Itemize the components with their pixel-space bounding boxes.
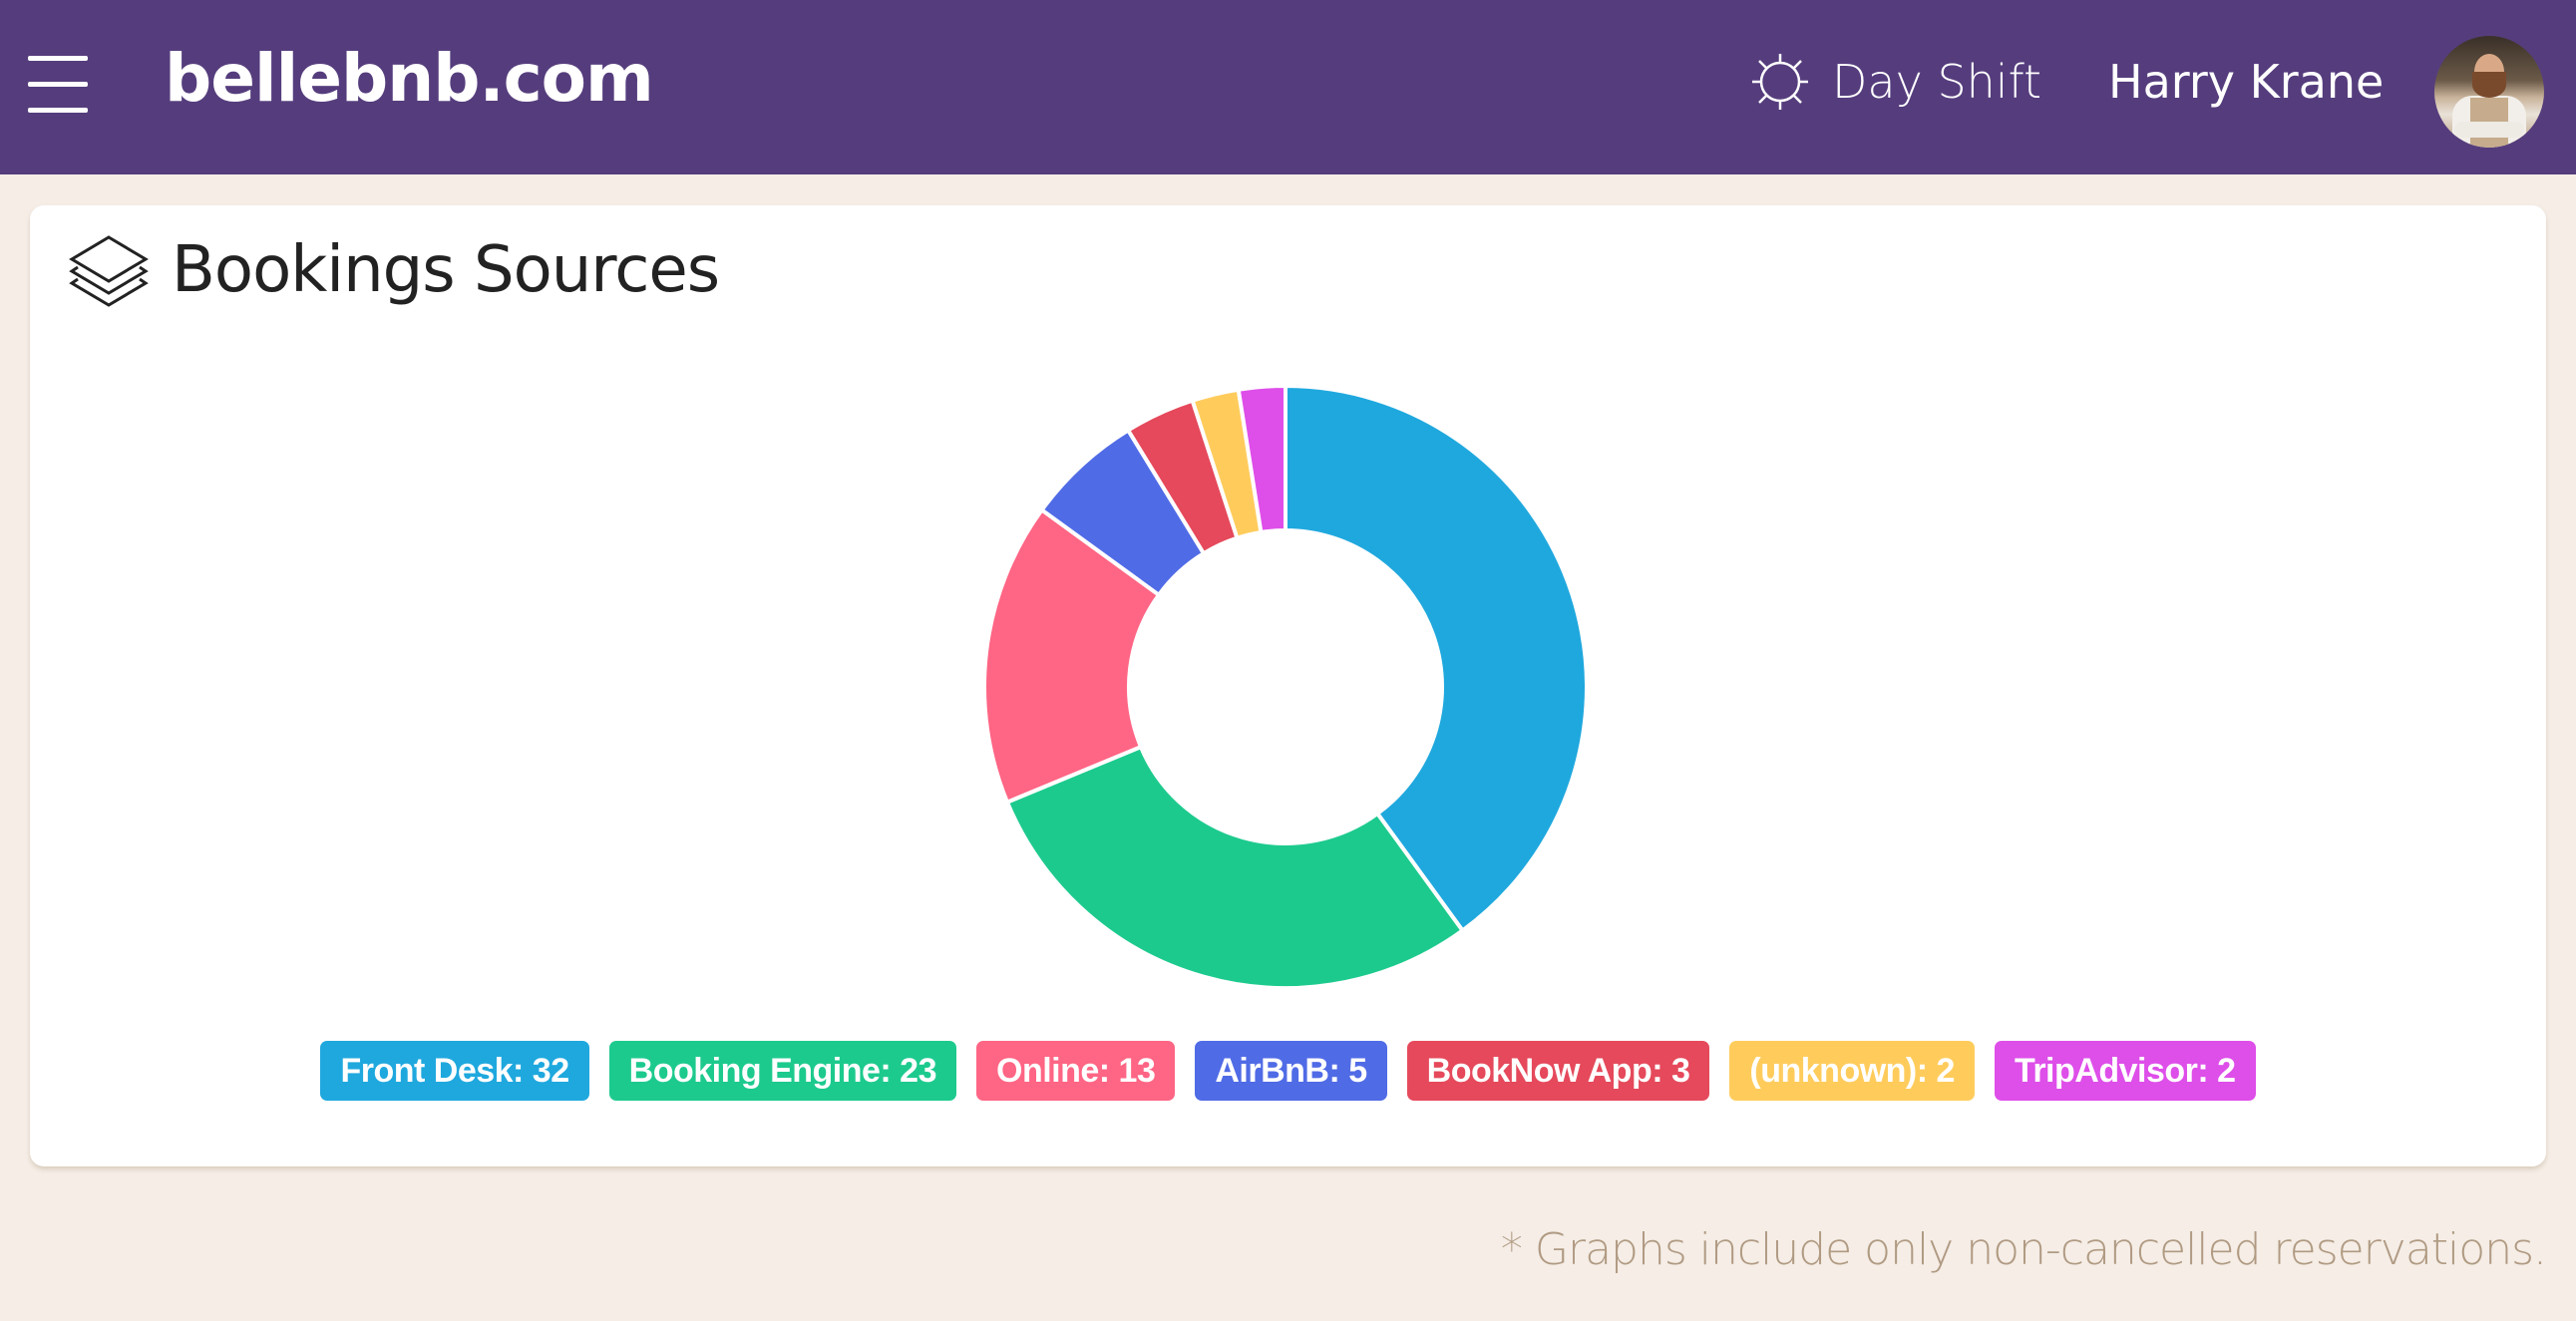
legend-item-front-desk[interactable]: Front Desk: 32 [320, 1041, 589, 1101]
chart-legend: Front Desk: 32 Booking Engine: 23 Online: … [30, 1041, 2546, 1101]
hamburger-line [28, 108, 88, 113]
legend-item-booking-engine[interactable]: Booking Engine: 23 [608, 1041, 956, 1101]
legend-item-online[interactable]: Online: 13 [976, 1041, 1176, 1101]
shift-label: Day Shift [1832, 55, 2042, 109]
user-name[interactable]: Harry Krane [2108, 50, 2384, 114]
avatar-arms [2454, 122, 2524, 138]
legend-item-booknow-app[interactable]: BookNow App: 3 [1406, 1041, 1710, 1101]
shift-toggle[interactable]: Day Shift [1750, 50, 2041, 114]
top-header: bellebnb.com Day Shift Harry Krane [0, 0, 2576, 174]
donut-slice-booking-engine[interactable] [1004, 744, 1466, 990]
hamburger-line [28, 82, 88, 87]
legend-item-unknown[interactable]: (unknown): 2 [1729, 1041, 1975, 1101]
hamburger-line [28, 56, 88, 61]
user-avatar[interactable] [2434, 36, 2544, 148]
avatar-beard [2472, 72, 2506, 98]
footnote: * Graphs include only non-cancelled rese… [1500, 1224, 2547, 1275]
logo[interactable]: bellebnb.com [165, 40, 654, 117]
legend-item-airbnb[interactable]: AirBnB: 5 [1195, 1041, 1387, 1101]
legend-item-tripadvisor[interactable]: TripAdvisor: 2 [1994, 1041, 2256, 1101]
donut-chart [982, 383, 1589, 990]
sun-icon [1752, 54, 1808, 110]
bookings-sources-card: Bookings Sources Front Desk: 32 Booking E… [30, 205, 2546, 1166]
menu-button[interactable] [28, 56, 88, 114]
